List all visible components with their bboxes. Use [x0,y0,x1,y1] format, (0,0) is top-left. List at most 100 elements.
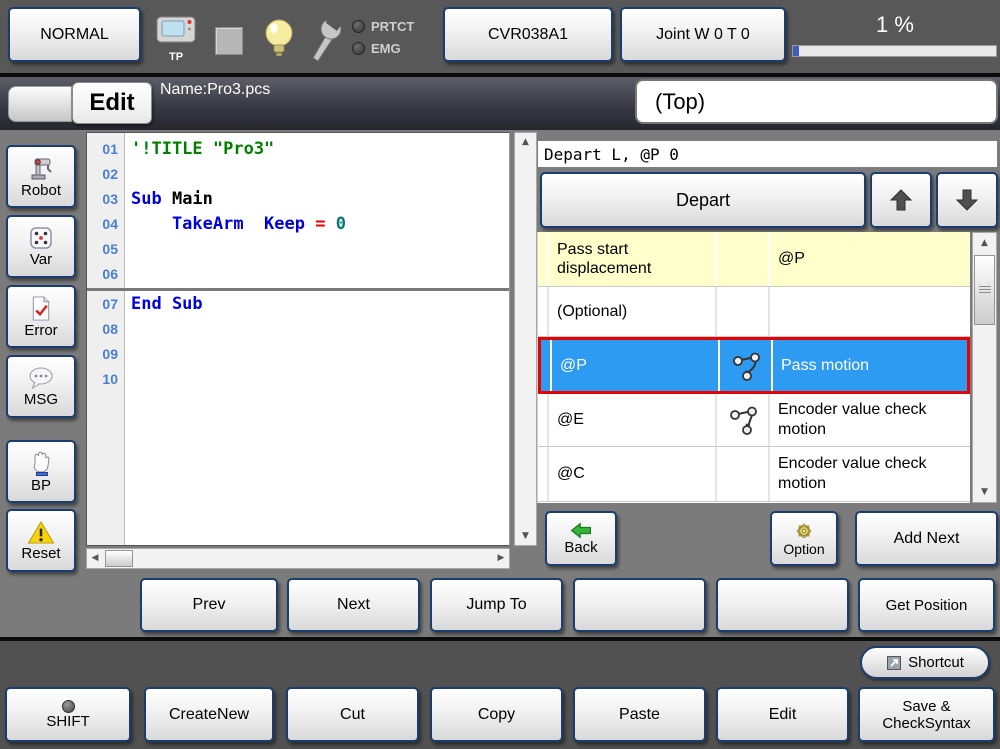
scroll-left-arrow[interactable]: ◀ [89,549,101,568]
line-number: 06 [87,262,124,287]
speed-percentage: 1 % [800,12,990,38]
table-row[interactable]: @E Encoder value check motion [538,394,970,447]
line-number: 10 [87,367,124,392]
scrollbar-thumb[interactable] [105,550,133,567]
copy-label: Copy [478,706,515,724]
jump-to-label: Jump To [466,596,526,614]
line-number: 04 [87,212,124,237]
speed-progress-bar [792,45,997,57]
scroll-down-arrow[interactable]: ▼ [515,529,536,543]
back-arrow-icon [569,522,593,539]
code-line: 04 TakeArm Keep = 0 [87,212,509,237]
sidebar-item-var[interactable]: Var [6,215,76,278]
sidebar-item-reset[interactable]: Reset [6,509,76,572]
code-text: '!TITLE "Pro3" [124,137,274,162]
line-number: 03 [87,187,124,212]
edit-label: Edit [769,706,797,724]
scroll-right-arrow[interactable]: ▶ [495,549,507,568]
command-select-button[interactable]: Depart [540,172,866,228]
table-row-optional[interactable]: (Optional) [538,287,970,337]
param-value: @P [770,232,970,286]
editor-horizontal-scrollbar[interactable]: ◀ ▶ [86,548,510,569]
prtct-led [352,20,365,33]
next-button[interactable]: Next [287,578,420,632]
error-doc-icon [29,295,53,322]
next-label: Next [337,596,370,614]
scroll-up-arrow[interactable]: ▲ [515,135,536,149]
add-next-button[interactable]: Add Next [855,511,998,566]
param-value: Pass motion [773,340,967,391]
mode-label: NORMAL [40,26,108,44]
create-new-label: CreateNew [169,706,249,724]
prtct-label: PRTCT [371,19,414,34]
tab-edit[interactable]: Edit [72,82,152,124]
move-down-button[interactable] [936,172,998,228]
blank-function-button[interactable] [573,578,706,632]
hand-icon [28,449,54,477]
main-area: Robot Var Error MSG [0,130,1000,637]
save-checksyntax-label: Save & CheckSyntax [882,698,970,732]
statement-field[interactable]: Depart L, @P 0 [537,140,998,168]
param-name: @E [549,394,717,446]
create-new-button[interactable]: CreateNew [144,687,274,742]
table-row-header[interactable]: Pass start displacement @P [538,232,970,287]
table-scrollbar[interactable]: ▲ ▼ [972,232,997,503]
code-editor[interactable]: 01 '!TITLE "Pro3" 02 03 Sub Main 04 Take… [86,132,510,546]
param-value: Encoder value check motion [770,394,970,446]
scroll-down-arrow[interactable]: ▼ [973,485,996,499]
table-row-selected[interactable]: @P Pass motion [538,337,970,394]
hierarchy-path-field[interactable]: (Top) [635,79,998,124]
bottom-function-bar: Shortcut SHIFT CreateNew Cut Copy Paste … [0,637,1000,749]
tab-blank[interactable] [8,86,72,122]
paste-button[interactable]: Paste [573,687,706,742]
edit-button[interactable]: Edit [716,687,849,742]
prev-button[interactable]: Prev [140,578,278,632]
get-position-button[interactable]: Get Position [858,578,995,632]
param-icon-cell [717,287,770,336]
prev-label: Prev [193,596,226,614]
editor-vertical-scrollbar[interactable]: ▲ ▼ [514,132,537,546]
program-button[interactable]: CVR038A1 [443,7,613,62]
coordinate-mode-button[interactable]: Joint W 0 T 0 [620,7,786,62]
back-label: Back [564,539,597,556]
back-button[interactable]: Back [545,511,617,566]
scroll-up-arrow[interactable]: ▲ [973,236,996,250]
code-line: 07 End Sub [87,292,509,317]
copy-button[interactable]: Copy [430,687,563,742]
sidebar-item-label: MSG [24,391,58,408]
move-up-button[interactable] [870,172,932,228]
row-strip [541,340,552,391]
option-button[interactable]: Option [770,511,838,566]
sidebar-item-bp[interactable]: BP [6,440,76,503]
scrollbar-thumb[interactable] [974,255,995,325]
sidebar-item-robot[interactable]: Robot [6,145,76,208]
code-line: 09 [87,342,509,367]
command-label: Depart [676,190,730,211]
hierarchy-path-value: (Top) [655,89,705,115]
speed-progress-fill [793,46,799,56]
mode-button[interactable]: NORMAL [8,7,141,62]
paste-label: Paste [619,706,660,724]
blank-function-button[interactable] [716,578,849,632]
cut-button[interactable]: Cut [286,687,419,742]
jump-to-button[interactable]: Jump To [430,578,563,632]
sidebar-item-error[interactable]: Error [6,285,76,348]
table-row[interactable]: @C Encoder value check motion [538,447,970,502]
up-arrow-icon [888,187,914,213]
save-checksyntax-button[interactable]: Save & CheckSyntax [858,687,995,742]
param-icon-cell [720,340,773,391]
shortcut-button[interactable]: Shortcut [860,646,990,679]
machine-status-icon [215,27,243,55]
teach-pendant-icon [156,15,196,45]
sidebar-item-msg[interactable]: MSG [6,355,76,418]
shift-button[interactable]: SHIFT [5,687,131,742]
tp-label: TP [152,51,200,63]
warning-triangle-icon [27,520,55,545]
shortcut-icon [886,655,902,671]
row-strip [538,394,549,446]
parameter-table: Pass start displacement @P (Optional) @P [537,232,970,503]
emg-label: EMG [371,41,401,56]
get-position-label: Get Position [886,597,968,614]
line-number: 02 [87,162,124,187]
option-label: Option [783,541,824,557]
